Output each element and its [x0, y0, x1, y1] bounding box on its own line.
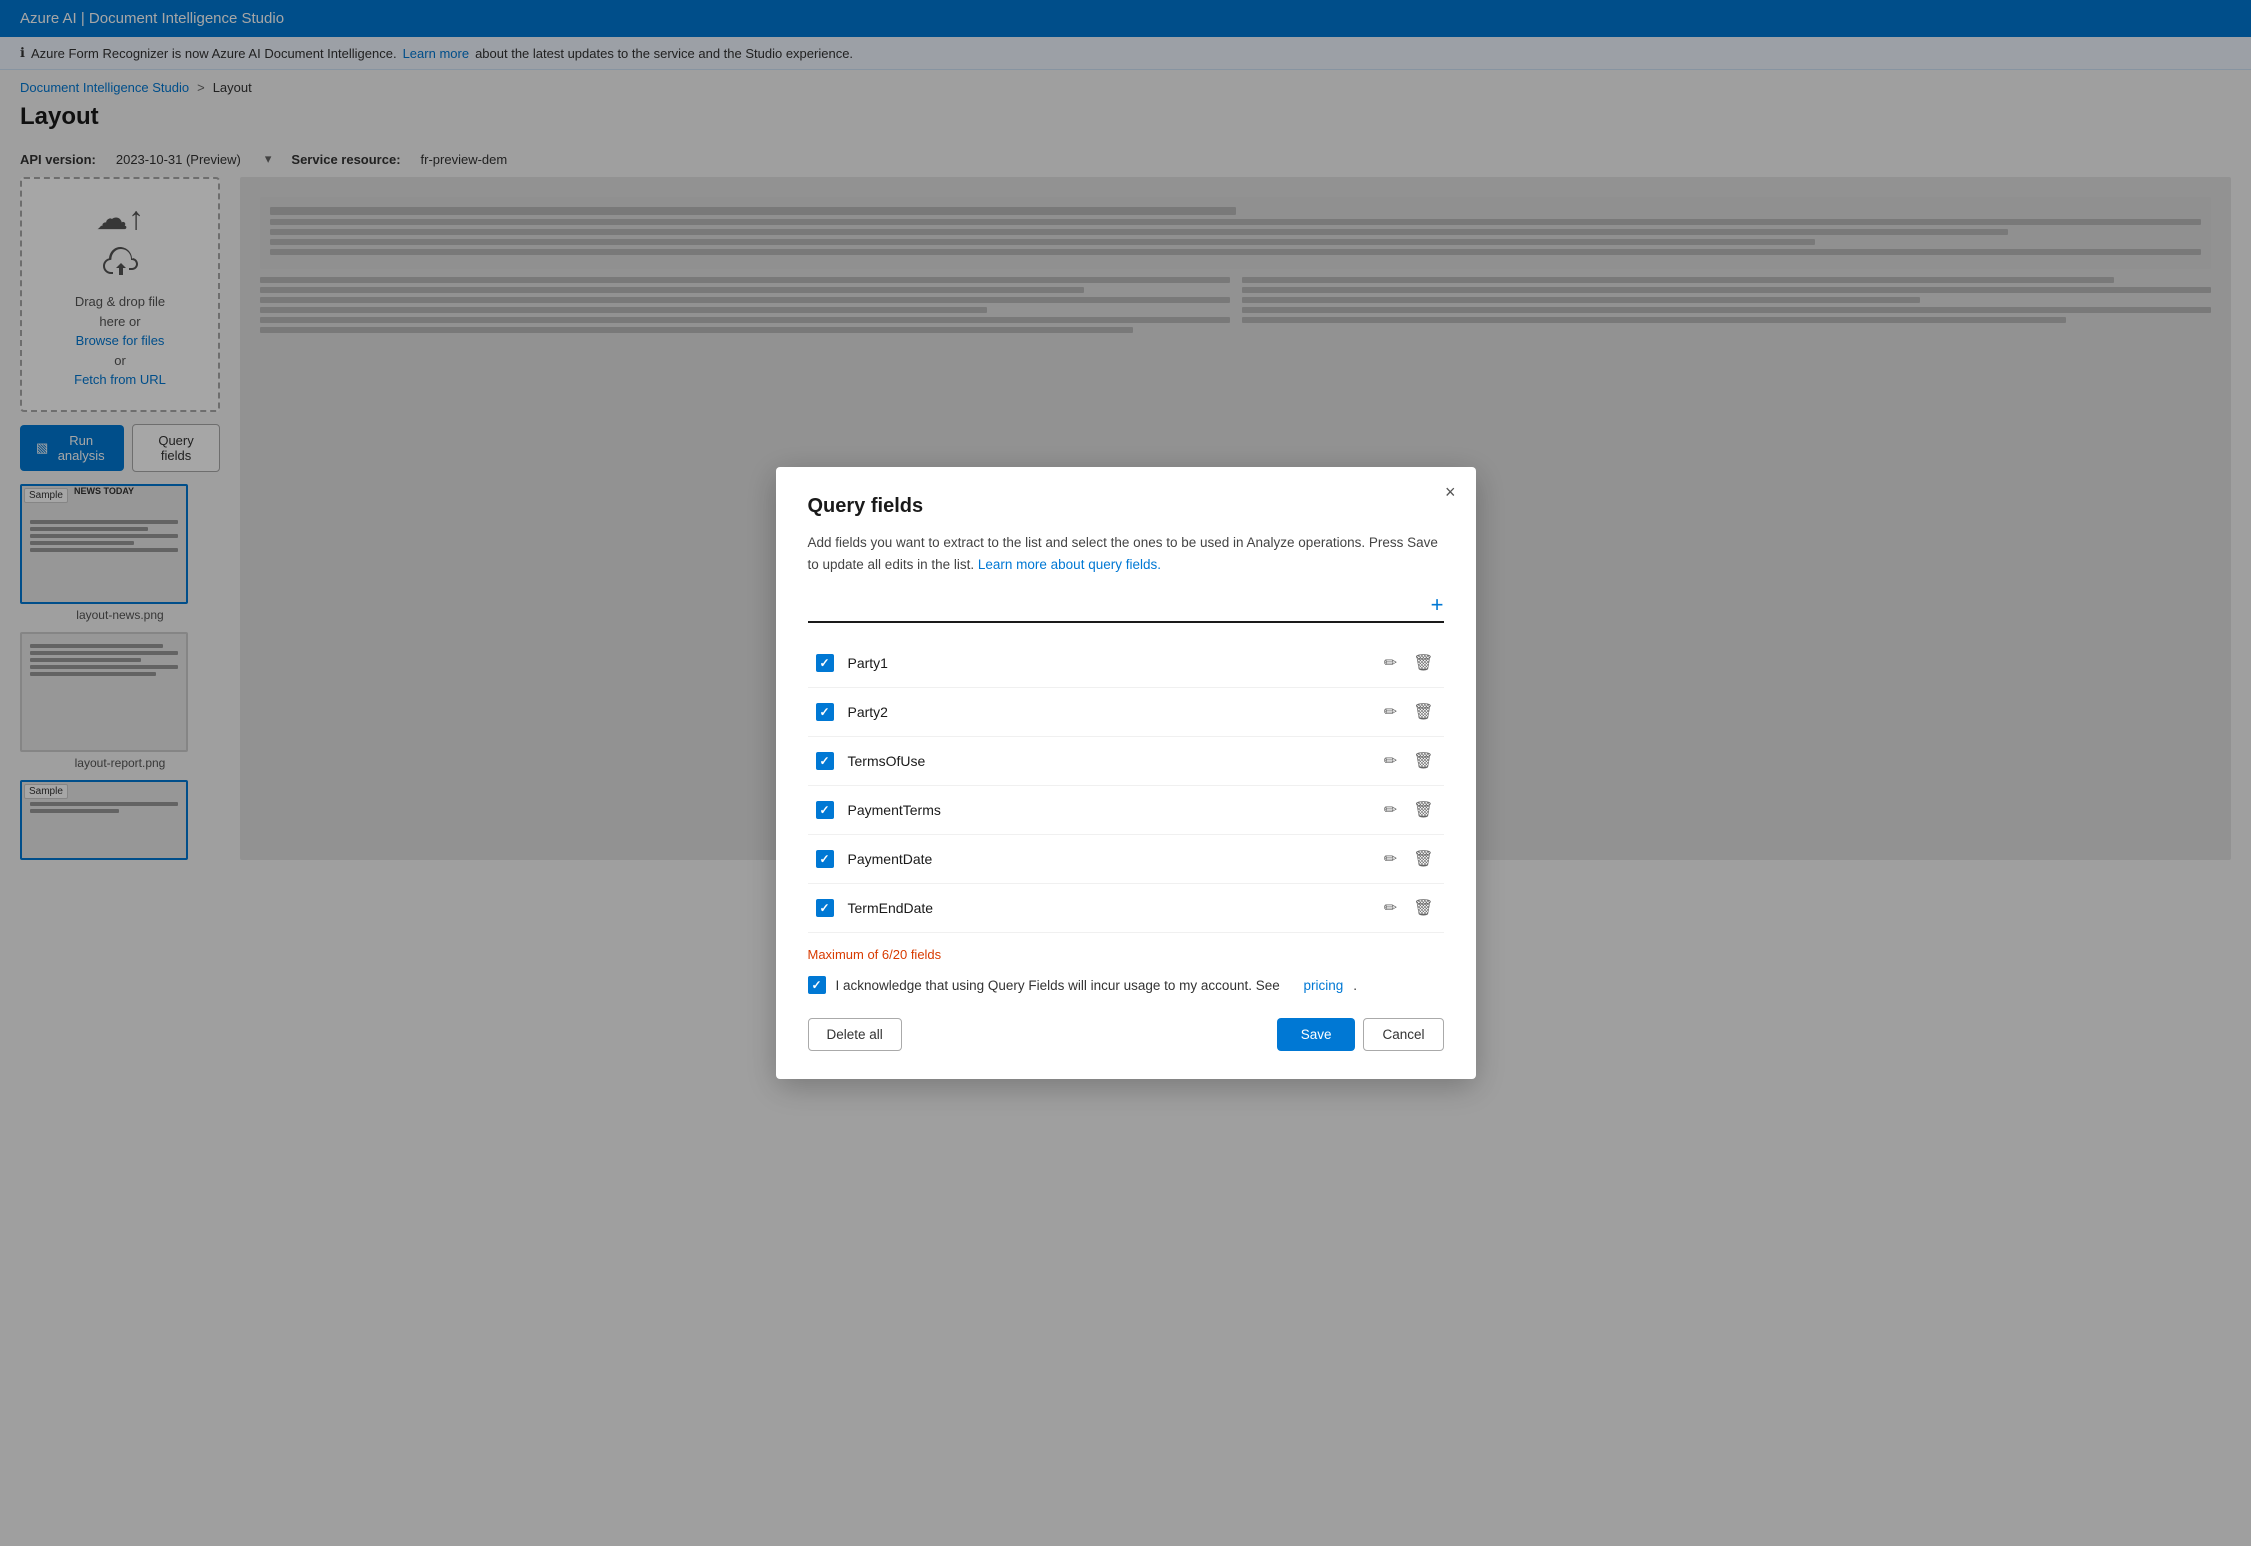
check-icon: ✓	[819, 803, 829, 817]
field-name-termsofuse: TermsOfUse	[848, 753, 1382, 769]
cancel-button[interactable]: Cancel	[1363, 1018, 1443, 1051]
field-name-paymentterms: PaymentTerms	[848, 802, 1382, 818]
field-list-item: ✓ TermsOfUse ✏ 🗑	[808, 737, 1444, 786]
check-icon: ✓	[819, 656, 829, 670]
check-icon: ✓	[819, 754, 829, 768]
modal-close-button[interactable]: ×	[1445, 483, 1456, 501]
edit-field-button-paymentterms[interactable]: ✏	[1382, 798, 1399, 822]
max-fields-notice: Maximum of 6/20 fields	[808, 947, 1444, 962]
field-name-paymentdate: PaymentDate	[848, 851, 1382, 867]
field-actions-paymentterms: ✏ 🗑	[1382, 798, 1436, 822]
delete-field-button-termsofuse[interactable]: 🗑	[1411, 749, 1435, 773]
check-icon: ✓	[819, 852, 829, 866]
pricing-link[interactable]: pricing	[1304, 978, 1344, 993]
modal-overlay: × Query fields Add fields you want to ex…	[0, 0, 2251, 1546]
edit-field-button-party1[interactable]: ✏	[1382, 651, 1399, 675]
acknowledge-row: ✓ I acknowledge that using Query Fields …	[808, 976, 1444, 994]
check-icon: ✓	[819, 901, 829, 915]
field-name-party2: Party2	[848, 704, 1382, 720]
check-icon: ✓	[811, 978, 821, 992]
check-icon: ✓	[819, 705, 829, 719]
field-checkbox-paymentdate[interactable]: ✓	[816, 850, 834, 868]
modal-title: Query fields	[808, 495, 1444, 518]
edit-field-button-termsofuse[interactable]: ✏	[1382, 749, 1399, 773]
modal-footer: Delete all Save Cancel	[808, 1018, 1444, 1051]
delete-field-button-paymentterms[interactable]: 🗑	[1411, 798, 1435, 822]
modal-description: Add fields you want to extract to the li…	[808, 532, 1444, 575]
field-name-party1: Party1	[848, 655, 1382, 671]
field-list-item: ✓ Party2 ✏ 🗑	[808, 688, 1444, 737]
add-field-input[interactable]	[808, 593, 1431, 617]
field-checkbox-party1[interactable]: ✓	[816, 654, 834, 672]
ack-text: I acknowledge that using Query Fields wi…	[836, 978, 1280, 993]
field-checkbox-termenddate[interactable]: ✓	[816, 899, 834, 917]
field-list-item: ✓ Party1 ✏ 🗑	[808, 639, 1444, 688]
save-button[interactable]: Save	[1277, 1018, 1356, 1051]
field-list: ✓ Party1 ✏ 🗑 ✓ Party2 ✏ 🗑 ✓ TermsOfUse ✏	[808, 639, 1444, 933]
field-actions-party1: ✏ 🗑	[1382, 651, 1436, 675]
edit-field-button-termenddate[interactable]: ✏	[1382, 896, 1399, 920]
delete-all-button[interactable]: Delete all	[808, 1018, 902, 1051]
field-list-item: ✓ TermEndDate ✏ 🗑	[808, 884, 1444, 933]
field-actions-party2: ✏ 🗑	[1382, 700, 1436, 724]
field-list-item: ✓ PaymentDate ✏ 🗑	[808, 835, 1444, 884]
field-checkbox-termsofuse[interactable]: ✓	[816, 752, 834, 770]
acknowledge-checkbox[interactable]: ✓	[808, 976, 826, 994]
field-actions-termsofuse: ✏ 🗑	[1382, 749, 1436, 773]
delete-field-button-termenddate[interactable]: 🗑	[1411, 896, 1435, 920]
field-list-item: ✓ PaymentTerms ✏ 🗑	[808, 786, 1444, 835]
modal-footer-right: Save Cancel	[1277, 1018, 1444, 1051]
field-checkbox-party2[interactable]: ✓	[816, 703, 834, 721]
field-name-termenddate: TermEndDate	[848, 900, 1382, 916]
delete-field-button-paymentdate[interactable]: 🗑	[1411, 847, 1435, 871]
add-field-button[interactable]: +	[1431, 594, 1444, 616]
edit-field-button-paymentdate[interactable]: ✏	[1382, 847, 1399, 871]
query-fields-modal: × Query fields Add fields you want to ex…	[776, 467, 1476, 1079]
field-actions-termenddate: ✏ 🗑	[1382, 896, 1436, 920]
ack-text2: .	[1353, 978, 1357, 993]
edit-field-button-party2[interactable]: ✏	[1382, 700, 1399, 724]
delete-field-button-party1[interactable]: 🗑	[1411, 651, 1435, 675]
delete-field-button-party2[interactable]: 🗑	[1411, 700, 1435, 724]
add-field-row: +	[808, 593, 1444, 623]
field-checkbox-paymentterms[interactable]: ✓	[816, 801, 834, 819]
learn-more-query-fields-link[interactable]: Learn more about query fields.	[978, 557, 1161, 572]
field-actions-paymentdate: ✏ 🗑	[1382, 847, 1436, 871]
